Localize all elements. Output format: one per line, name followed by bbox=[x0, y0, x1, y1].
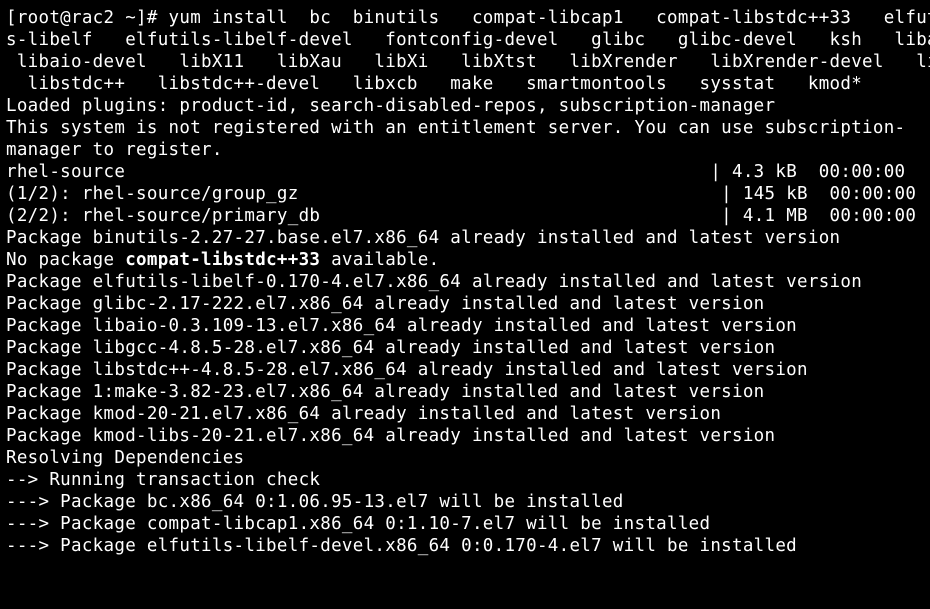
missing-package-name: compat-libstdc++33 bbox=[125, 250, 320, 270]
command-cont: libaio-devel libX11 libXau libXi libXtst… bbox=[6, 52, 930, 72]
pkg-status-line: Package kmod-libs-20-21.el7.x86_64 alrea… bbox=[6, 426, 775, 446]
command-cont: libstdc++ libstdc++-devel libxcb make sm… bbox=[6, 74, 862, 94]
command-cont: s-libelf elfutils-libelf-devel fontconfi… bbox=[6, 30, 930, 50]
pkg-status-line: Package 1:make-3.82-23.el7.x86_64 alread… bbox=[6, 382, 765, 402]
terminal-output: [root@rac2 ~]# yum install bc binutils c… bbox=[0, 0, 930, 563]
pkg-status-line: Package libstdc++-4.8.5-28.el7.x86_64 al… bbox=[6, 360, 808, 380]
not-registered-line: manager to register. bbox=[6, 140, 223, 160]
install-line: ---> Package bc.x86_64 0:1.06.95-13.el7 … bbox=[6, 492, 624, 512]
no-package-line: No package compat-libstdc++33 available. bbox=[6, 250, 439, 270]
loaded-plugins-line: Loaded plugins: product-id, search-disab… bbox=[6, 96, 775, 116]
install-line: ---> Package elfutils-libelf-devel.x86_6… bbox=[6, 536, 797, 556]
install-line: ---> Package compat-libcap1.x86_64 0:1.1… bbox=[6, 514, 710, 534]
pkg-status-line: Package elfutils-libelf-0.170-4.el7.x86_… bbox=[6, 272, 862, 292]
prompt-line[interactable]: [root@rac2 ~]# yum install bc binutils c… bbox=[6, 8, 930, 28]
pkg-status-line: Package libaio-0.3.109-13.el7.x86_64 alr… bbox=[6, 316, 797, 336]
command-text: yum install bc binutils compat-libcap1 c… bbox=[169, 8, 930, 28]
trans-check-line: --> Running transaction check bbox=[6, 470, 320, 490]
repo-line: (1/2): rhel-source/group_gz | 145 kB 00:… bbox=[6, 184, 916, 204]
resolving-line: Resolving Dependencies bbox=[6, 448, 244, 468]
repo-line: (2/2): rhel-source/primary_db | 4.1 MB 0… bbox=[6, 206, 916, 226]
not-registered-line: This system is not registered with an en… bbox=[6, 118, 905, 138]
pkg-status-line: Package glibc-2.17-222.el7.x86_64 alread… bbox=[6, 294, 765, 314]
pkg-status-line: Package kmod-20-21.el7.x86_64 already in… bbox=[6, 404, 721, 424]
pkg-status-line: Package libgcc-4.8.5-28.el7.x86_64 alrea… bbox=[6, 338, 775, 358]
shell-prompt: [root@rac2 ~]# bbox=[6, 8, 158, 28]
pkg-status-line: Package binutils-2.27-27.base.el7.x86_64… bbox=[6, 228, 840, 248]
repo-line: rhel-source | 4.3 kB 00:00:00 bbox=[6, 162, 905, 182]
